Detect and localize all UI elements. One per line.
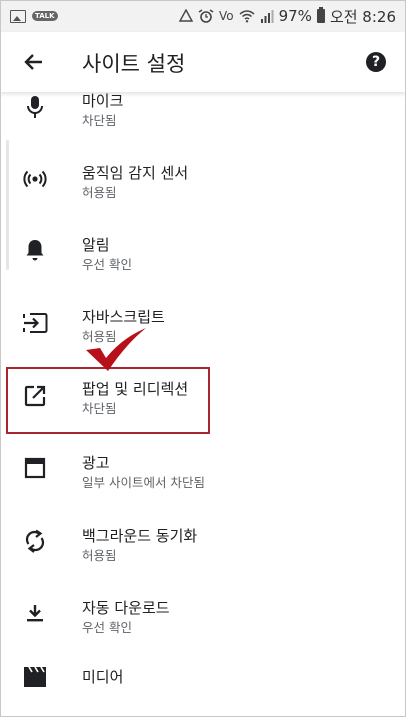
- scroll-indicator[interactable]: [6, 140, 9, 270]
- gallery-notification-icon: [10, 9, 26, 23]
- setting-item-media[interactable]: 미디어: [0, 650, 406, 722]
- setting-item-motion-sensor[interactable]: 움직임 감지 센서 허용됨: [0, 143, 406, 215]
- sync-icon: [22, 528, 48, 554]
- app-bar: 사이트 설정 ?: [0, 32, 406, 92]
- setting-item-javascript[interactable]: 자바스크립트 허용됨: [0, 287, 406, 359]
- javascript-icon: [22, 310, 48, 336]
- arrow-back-icon[interactable]: [22, 50, 46, 74]
- volte-label: Vo: [218, 9, 234, 23]
- microphone-icon: [22, 94, 48, 120]
- setting-status: 허용됨: [82, 185, 117, 200]
- setting-label: 광고: [82, 454, 110, 472]
- ads-window-icon: [22, 455, 48, 481]
- signal-bars-icon: [260, 9, 274, 23]
- motion-sensor-icon: [22, 166, 48, 192]
- setting-label: 미디어: [82, 668, 124, 686]
- setting-item-auto-download[interactable]: 자동 다운로드 우선 확인: [0, 578, 406, 650]
- setting-status: 우선 확인: [82, 257, 132, 272]
- setting-label: 마이크: [82, 92, 124, 110]
- page-title: 사이트 설정: [82, 52, 186, 76]
- status-bar: TALK Vo 97% 오전 8:26: [0, 0, 406, 32]
- sync-status-icon: [178, 9, 193, 22]
- setting-item-background-sync[interactable]: 백그라운드 동기화 허용됨: [0, 506, 406, 578]
- setting-status: 차단됨: [82, 113, 117, 128]
- talk-notification-icon: TALK: [32, 11, 58, 21]
- media-clapper-icon: [22, 664, 48, 690]
- setting-item-ads[interactable]: 광고 일부 사이트에서 차단됨: [0, 433, 406, 505]
- setting-item-notifications[interactable]: 알림 우선 확인: [0, 215, 406, 287]
- bell-icon: [22, 237, 48, 263]
- setting-label: 움직임 감지 센서: [82, 164, 189, 182]
- popups-highlight-box: [6, 367, 210, 434]
- red-check-mark-icon: [86, 328, 146, 371]
- alarm-icon: [198, 9, 214, 23]
- clock: 오전 8:26: [329, 7, 396, 26]
- setting-label: 알림: [82, 236, 110, 254]
- setting-status: 우선 확인: [82, 620, 132, 635]
- setting-label: 백그라운드 동기화: [82, 527, 198, 545]
- wifi-icon: [239, 9, 255, 22]
- battery-percent: 97%: [278, 7, 312, 25]
- setting-status: 허용됨: [82, 548, 117, 563]
- setting-label: 자바스크립트: [82, 308, 165, 326]
- setting-label: 자동 다운로드: [82, 599, 170, 617]
- download-icon: [22, 600, 48, 626]
- setting-status: 일부 사이트에서 차단됨: [82, 475, 205, 490]
- help-icon[interactable]: ?: [366, 52, 386, 72]
- battery-icon: [316, 7, 325, 23]
